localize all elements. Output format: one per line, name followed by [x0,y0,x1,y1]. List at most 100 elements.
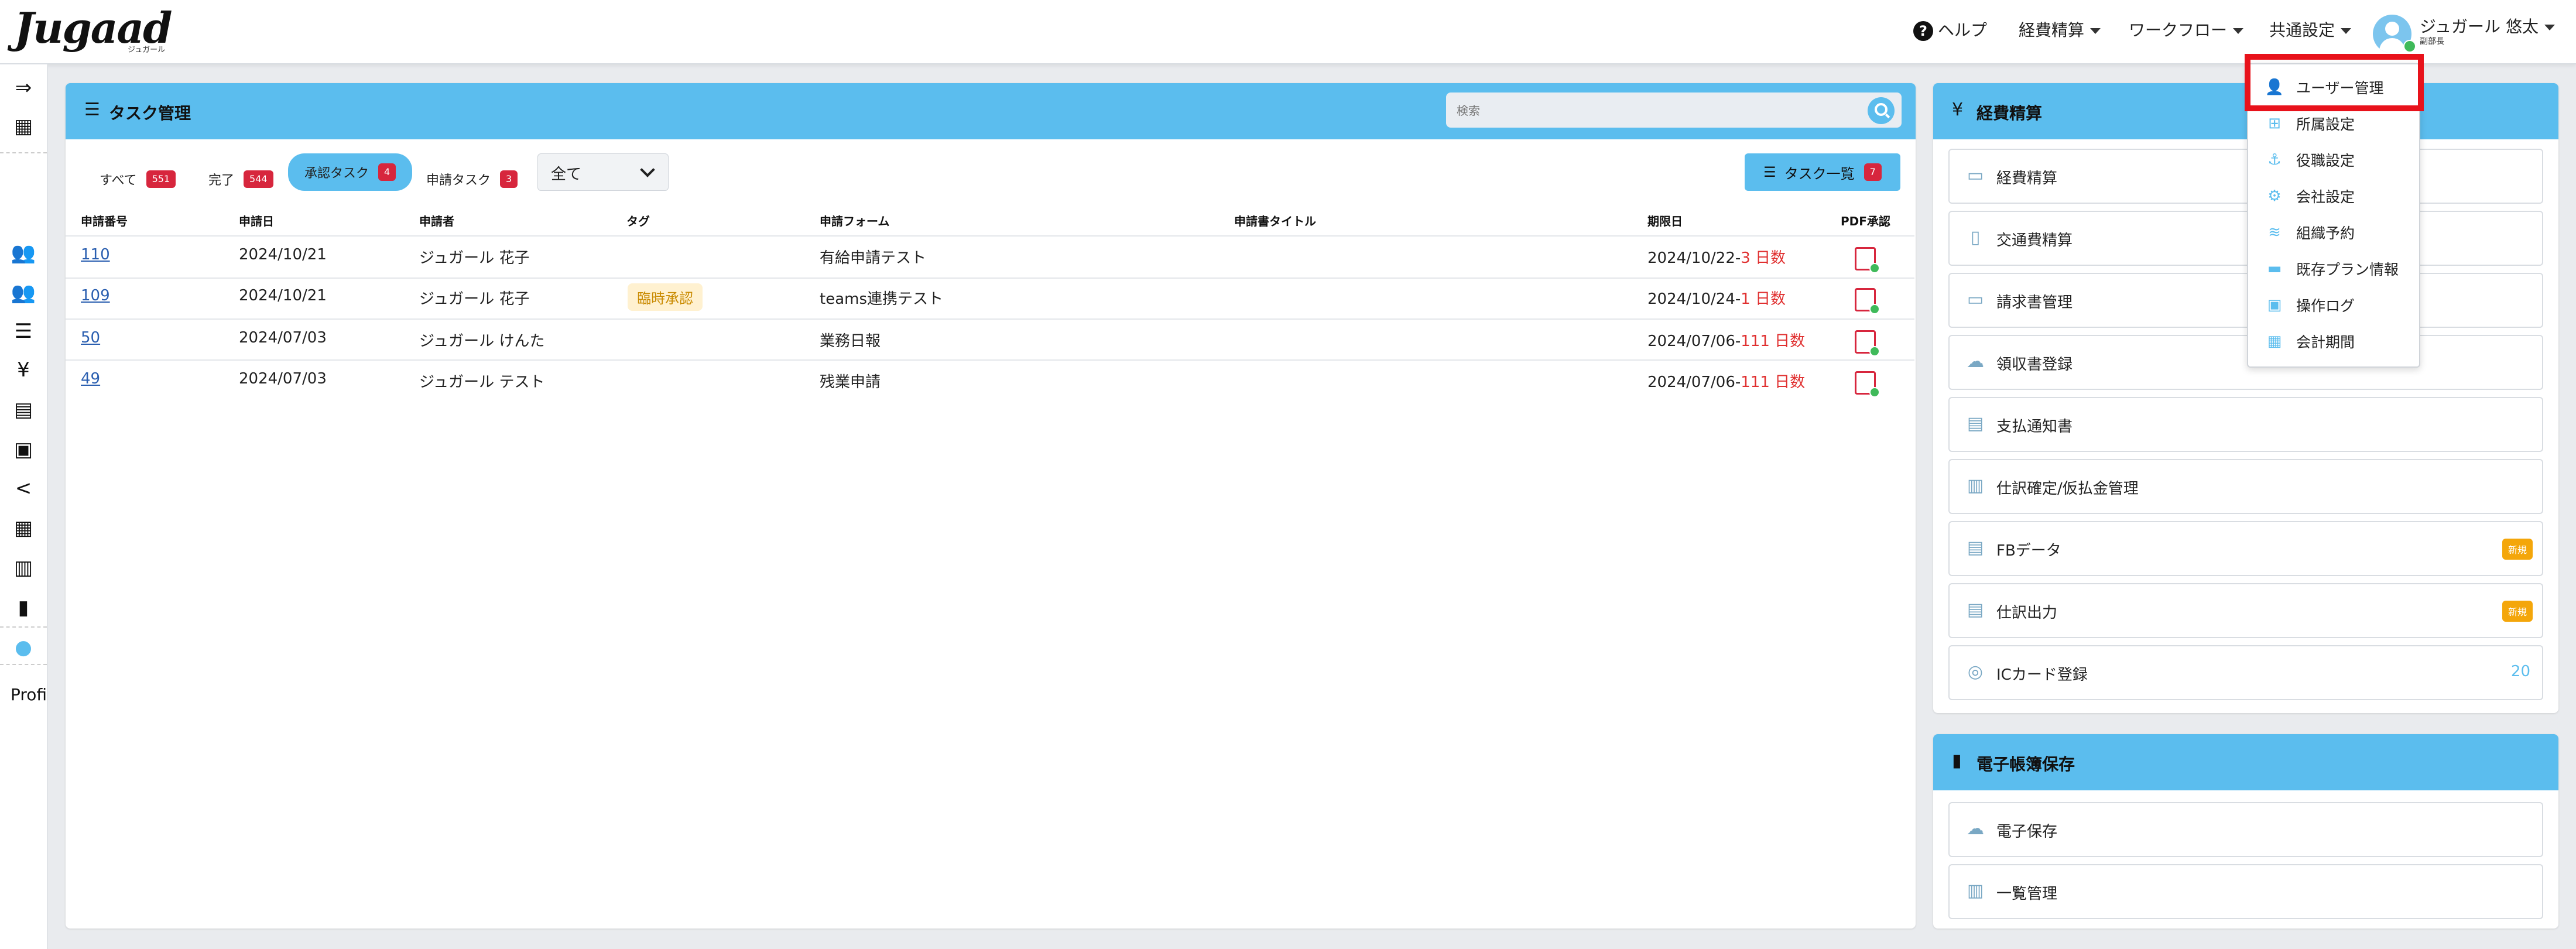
nav-label: ワークフロー [2129,20,2228,40]
search-icon[interactable] [1868,97,1895,124]
dropdown-item-department[interactable]: ⊞ 所属設定 [2265,109,2355,138]
menu-item-label: 経費精算 [1996,170,2058,187]
globe-icon[interactable]: ● [12,636,35,659]
row-applicant: ジュガール けんた [419,333,545,350]
filter-select-value: 全て [551,166,582,183]
dropdown-item-label: 会社設定 [2296,189,2355,205]
dropdown-item-label: 会計期間 [2296,334,2355,351]
menu-item-label: 請求書管理 [1996,294,2073,311]
card-icon: ▭ [1967,289,1984,310]
days-remaining: 1 日数 [1741,290,1786,308]
dropdown-item-fiscal-period[interactable]: ▦ 会計期間 [2265,327,2355,356]
menu-item-label: ICカード登録 [1996,666,2088,684]
task-list-button[interactable]: ☰ タスク一覧 7 [1745,153,1900,191]
logo[interactable]: Jugaad ジュガール [14,5,172,55]
dropdown-item-label: 所属設定 [2296,116,2355,133]
share-icon[interactable]: < [12,477,35,500]
menu-item-receipt[interactable]: ☁ 領収書登録 [1948,335,2543,390]
row-due: 2024/07/06-111 日数 [1647,370,1805,392]
money-icon: ▭ [1967,165,1984,186]
tab-approval-tasks[interactable]: 承認タスク 4 [288,153,413,191]
menu-item-list-management[interactable]: ▥ 一覧管理 [1948,864,2543,919]
table-row: 109 [81,287,110,304]
document-icon: ▤ [1967,537,1984,558]
menu-item-payment-notice[interactable]: ▤ 支払通知書 [1948,397,2543,452]
menu-item-expense[interactable]: ▭ 経費精算 [1948,149,2543,204]
help-icon: ? [1913,21,1933,41]
task-id-link[interactable]: 109 [81,287,110,304]
highlight-box [2245,54,2424,111]
pdf-approve-icon[interactable] [1855,371,1880,398]
nav-label: 経費精算 [2019,20,2085,40]
book-icon[interactable]: ▮ [12,596,35,619]
column-header: 申請者 [419,214,454,228]
dropdown-item-label: 既存プラン情報 [2296,261,2399,278]
list-icon: ☰ [84,100,100,120]
task-id-link[interactable]: 49 [81,370,100,388]
filter-select[interactable]: 全て [537,153,669,191]
row-form: 残業申請 [820,374,881,391]
tab-all[interactable]: すべて 551 [100,163,176,196]
expand-sidebar-icon[interactable]: ⇒ [12,76,35,100]
row-form: teams連携テスト [820,290,943,308]
sidebar: ⇒ ▦ 👥 👥 ☰ ¥ ▤ ▣ < ▦ ▥ ▮ ● Profi [0,64,48,949]
menu-item-e-storage[interactable]: ☁ 電子保存 [1948,802,2543,857]
sidebar-profile-text[interactable]: Profi [11,685,47,704]
menu-item-fb-data[interactable]: ▤ FBデータ 新規 [1948,521,2543,576]
dropdown-item-label: 役職設定 [2296,152,2355,169]
menu-item-label: FBデータ [1996,542,2061,560]
table-row: 50 [81,329,100,347]
menu-item-label: 支払通知書 [1996,418,2073,436]
company-building-icon[interactable]: ▦ [12,115,35,138]
tab-application-tasks[interactable]: 申請タスク 3 [426,163,518,196]
row-applicant: ジュガール 花子 [419,290,530,308]
list-icon[interactable]: ☰ [12,320,35,343]
caret-down-icon [2233,28,2244,34]
nav-workflow-menu[interactable]: ワークフロー [2129,18,2244,41]
dropdown-item-operation-log[interactable]: ▣ 操作ログ [2265,290,2355,320]
document-icon[interactable]: ▤ [12,398,35,422]
menu-item-label: 領収書登録 [1996,356,2073,374]
dropdown-item-plan-info[interactable]: ▬ 既存プラン情報 [2265,254,2399,283]
library-icon: ▥ [1967,475,1984,496]
table-grid-icon[interactable]: ▦ [12,516,35,540]
pdf-approve-icon[interactable] [1855,330,1880,357]
tab-completed[interactable]: 完了 544 [208,163,273,196]
help-link[interactable]: ? ヘルプ [1913,18,1987,41]
expense-panel-title: 経費精算 [1976,104,2043,123]
task-id-link[interactable]: 110 [81,246,110,263]
count-badge: 551 [146,170,176,188]
nav-common-settings-menu[interactable]: 共通設定 [2269,18,2352,41]
dropdown-item-position[interactable]: ⚓ 役職設定 [2265,145,2355,174]
row-date: 2024/07/03 [239,370,327,388]
library-icon[interactable]: ▥ [12,556,35,580]
row-date: 2024/07/03 [239,329,327,347]
org-chart-icon: ⊞ [2268,115,2281,132]
menu-item-transport[interactable]: ▯ 交通費精算 [1948,211,2543,266]
yen-icon[interactable]: ¥ [12,358,35,382]
receipt-icon[interactable]: ▣ [12,438,35,461]
library-icon: ▥ [1967,881,1984,901]
menu-item-ic-card[interactable]: ◎ ICカード登録 20 [1948,645,2543,700]
users-icon[interactable]: 👥 [11,241,36,265]
search-input[interactable] [1455,98,1856,123]
gear-icon: ⚙ [2267,187,2282,205]
user-menu[interactable]: ジュガール 悠太 [2420,14,2555,37]
book-icon: ▮ [1952,751,1962,771]
column-header: 申請書タイトル [1234,214,1316,228]
pdf-approve-icon[interactable] [1855,288,1880,314]
menu-item-journal[interactable]: ▥ 仕訳確定/仮払金管理 [1948,459,2543,514]
count-badge: 3 [500,170,518,188]
column-header: PDF承認 [1841,214,1890,228]
list-icon: ☰ [1763,164,1776,180]
menu-item-journal-export[interactable]: ▤ 仕訳出力 新規 [1948,583,2543,638]
globe-icon: ◎ [1967,662,1984,682]
users-group-icon[interactable]: 👥 [11,281,36,304]
nav-expense-menu[interactable]: 経費精算 [2019,18,2101,41]
pdf-approve-icon[interactable] [1855,247,1880,273]
dropdown-item-organization[interactable]: ≋ 組織予約 [2265,218,2355,247]
dropdown-item-company[interactable]: ⚙ 会社設定 [2265,181,2355,211]
menu-item-label: 一覧管理 [1996,885,2058,903]
task-id-link[interactable]: 50 [81,329,100,347]
menu-item-invoice[interactable]: ▭ 請求書管理 [1948,273,2543,328]
